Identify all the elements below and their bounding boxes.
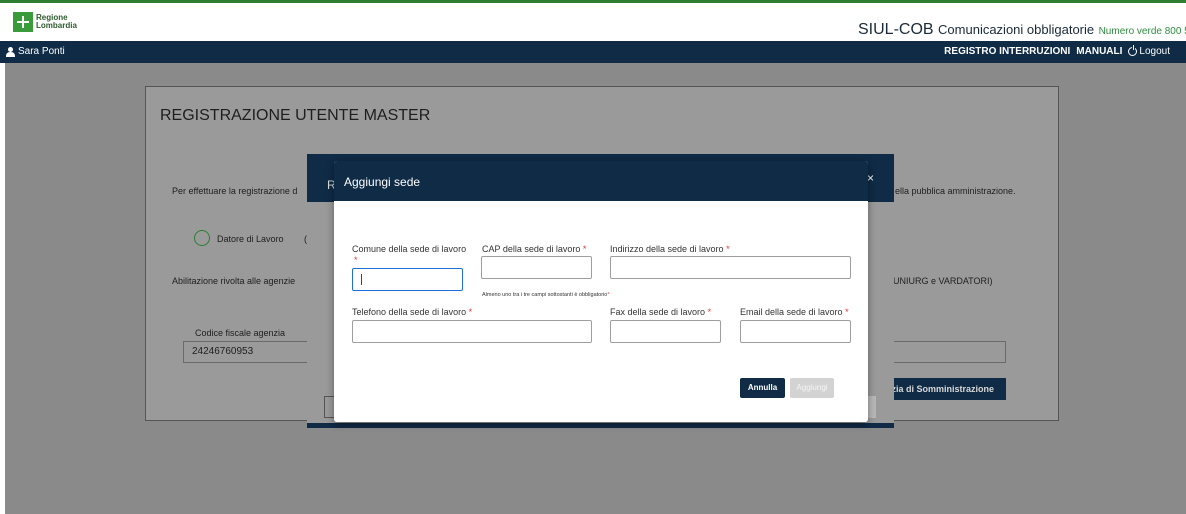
comune-required-mark: *	[354, 255, 358, 265]
app-subtitle: Comunicazioni obbligatorie	[938, 22, 1095, 37]
email-input[interactable]	[740, 320, 851, 343]
background-input-right[interactable]	[893, 341, 1006, 363]
cap-label: CAP della sede di lavoro *	[482, 244, 586, 254]
logo-line2: Lombardia	[36, 21, 77, 30]
agenzia-somministrazione-button[interactable]: enzia di Somministrazione	[875, 378, 1006, 400]
telefono-required-mark: *	[468, 307, 473, 317]
fax-label-text: Fax della sede di lavoro	[610, 307, 706, 317]
logout-label: Logout	[1139, 46, 1170, 57]
comune-label-text: Comune della sede di lavoro	[352, 244, 467, 254]
indirizzo-label: Indirizzo della sede di lavoro *	[610, 244, 730, 254]
cap-input[interactable]	[481, 256, 592, 279]
top-header: Regione Lombardia SIUL-COB Comunicazioni…	[0, 0, 1186, 41]
power-icon	[1128, 45, 1138, 56]
indirizzo-input[interactable]	[610, 256, 851, 279]
indirizzo-label-text: Indirizzo della sede di lavoro	[610, 244, 724, 254]
fax-required-mark: *	[707, 307, 712, 317]
lombardia-logo-icon	[13, 12, 33, 32]
app-title: SIUL-COB Comunicazioni obbligatorie Nume…	[858, 21, 1186, 39]
dialog-title: Aggiungi sede	[344, 175, 421, 189]
cap-required-mark: *	[582, 244, 587, 254]
email-label-text: Email della sede di lavoro	[740, 307, 843, 317]
dialog-body: Comune della sede di lavoro * CAP della …	[334, 201, 868, 422]
nav-link-manuali[interactable]: MANUALI	[1076, 46, 1122, 57]
comune-label: Comune della sede di lavoro	[352, 244, 466, 254]
codice-fiscale-input[interactable]: 24246760953	[183, 341, 308, 363]
enabling-text-left: Abilitazione rivolta alle agenzie	[172, 276, 296, 286]
logout-link[interactable]: Logout	[1128, 45, 1170, 57]
navbar: Sara Ponti REGISTRO INTERRUZIONI MANUALI…	[0, 41, 1186, 63]
enabling-text-right: UNIURG e VARDATORI)	[893, 276, 993, 286]
phone-number: Numero verde 800 591 826	[1098, 26, 1186, 37]
comune-input[interactable]	[352, 268, 463, 291]
text-caret	[361, 274, 362, 285]
email-required-mark: *	[845, 307, 849, 317]
intro-text-right: ella pubblica amministrazione.	[895, 186, 1016, 196]
user-name: Sara Ponti	[18, 46, 65, 57]
app-name: SIUL-COB	[858, 21, 934, 38]
radio-datore-lavoro[interactable]	[194, 230, 210, 246]
user-menu[interactable]: Sara Ponti	[6, 46, 65, 57]
cap-label-text: CAP della sede di lavoro	[482, 244, 581, 254]
fax-input[interactable]	[610, 320, 721, 343]
radio-datore-lavoro-label: Datore di Lavoro	[217, 234, 284, 244]
telefono-label-text: Telefono della sede di lavoro	[352, 307, 467, 317]
user-icon	[6, 46, 15, 57]
aggiungi-sede-dialog: Aggiungi sede Comune della sede di lavor…	[334, 161, 868, 422]
nav-link-registro-interruzioni[interactable]: REGISTRO INTERRUZIONI	[944, 46, 1070, 57]
telefono-input[interactable]	[352, 320, 592, 343]
codice-fiscale-label: Codice fiscale agenzia	[195, 328, 286, 338]
cancel-button[interactable]: Annulla	[740, 378, 785, 398]
required-hint-mark: *	[607, 292, 610, 298]
required-hint-text: Almeno uno tra i tre campi sottostanti è…	[482, 292, 608, 298]
nav-links: REGISTRO INTERRUZIONI MANUALI Logout	[944, 45, 1170, 57]
regione-lombardia-logo[interactable]: Regione Lombardia	[13, 12, 77, 32]
page-title: REGISTRAZIONE UTENTE MASTER	[160, 107, 431, 124]
close-icon[interactable]: ×	[867, 171, 874, 185]
indirizzo-required-mark: *	[726, 244, 730, 254]
intro-text-left: Per effettuare la registrazione d	[172, 186, 298, 196]
fax-label: Fax della sede di lavoro *	[610, 307, 711, 317]
logo-text: Regione Lombardia	[36, 14, 77, 30]
add-button[interactable]: Aggiungi	[790, 378, 834, 398]
required-hint: Almeno uno tra i tre campi sottostanti è…	[482, 292, 610, 298]
email-label: Email della sede di lavoro *	[740, 307, 849, 317]
telefono-label: Telefono della sede di lavoro *	[352, 307, 472, 317]
dialog-header: Aggiungi sede	[334, 161, 868, 201]
